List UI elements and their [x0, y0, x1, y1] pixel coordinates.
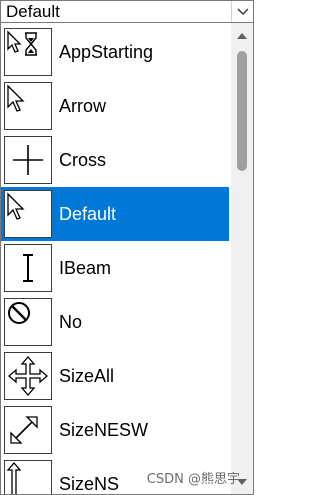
list-item-sizenesw[interactable]: SizeNESW	[1, 403, 229, 457]
item-label: SizeNS	[59, 474, 120, 494]
size-ns-cursor-icon	[6, 462, 22, 494]
chevron-down-icon[interactable]	[231, 1, 253, 22]
item-label: IBeam	[59, 258, 112, 278]
combo-selected-value: Default	[6, 2, 60, 21]
list-item-cross[interactable]: Cross	[1, 133, 229, 187]
list-item-ibeam[interactable]: IBeam	[1, 241, 229, 295]
list-item-appstarting[interactable]: AppStarting	[1, 25, 229, 79]
item-label: Cross	[59, 150, 107, 170]
icon-box	[4, 352, 52, 400]
cursor-dropdown-list[interactable]: AppStarting Arrow Cross Default IBeam No…	[0, 23, 254, 495]
item-label: SizeNESW	[59, 420, 149, 440]
icon-box	[4, 82, 52, 130]
icon-box	[4, 136, 52, 184]
list-item-no[interactable]: No	[1, 295, 229, 349]
ibeam-cursor-icon	[23, 254, 33, 282]
list-item-default[interactable]: Default	[1, 187, 229, 241]
size-all-cursor-icon	[8, 356, 48, 396]
icon-box	[4, 460, 52, 494]
scroll-thumb[interactable]	[237, 51, 247, 171]
item-label: SizeAll	[59, 366, 115, 386]
scroll-up-arrow-icon[interactable]	[231, 27, 253, 45]
watermark-text: CSDN @熊思宇	[146, 472, 240, 487]
arrow-cursor-icon	[7, 84, 25, 112]
item-label: AppStarting	[59, 42, 154, 62]
icon-box	[4, 28, 52, 76]
cross-cursor-icon	[13, 145, 43, 175]
size-nesw-cursor-icon	[10, 416, 38, 444]
app-starting-cursor-icon	[7, 30, 37, 56]
icon-box	[4, 298, 52, 346]
no-cursor-icon	[8, 302, 30, 324]
list-item-arrow[interactable]: Arrow	[1, 79, 229, 133]
item-label: Default	[59, 204, 117, 224]
icon-box	[4, 406, 52, 454]
icon-box	[4, 190, 52, 238]
default-cursor-icon	[7, 192, 25, 220]
list-item-sizeall[interactable]: SizeAll	[1, 349, 229, 403]
cursor-combo-box[interactable]: Default	[0, 0, 254, 23]
item-label: No	[59, 312, 83, 332]
vertical-scrollbar[interactable]	[231, 23, 253, 494]
item-label: Arrow	[59, 96, 107, 116]
icon-box	[4, 244, 52, 292]
